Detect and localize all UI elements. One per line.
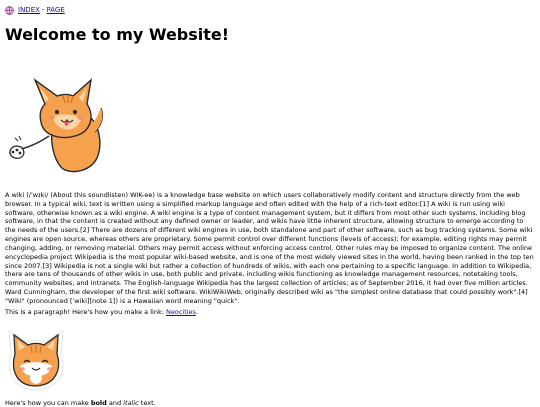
link-paragraph-text: This is a paragraph! Here's how you make… [5, 308, 166, 316]
top-nav: INDEX - PAGE [5, 4, 65, 16]
link-paragraph-end: . [195, 308, 199, 316]
cat-illustration [9, 77, 104, 173]
wiki-paragraph: A wiki (/ˈwɪki/ (About this soundlisten)… [5, 191, 534, 305]
format-paragraph: Here's how you can make bold and italic … [5, 399, 156, 407]
neocities-link[interactable]: Neocities [166, 308, 196, 316]
index-link[interactable]: INDEX [18, 6, 40, 14]
link-paragraph: This is a paragraph! Here's how you make… [5, 308, 198, 316]
globe-icon [5, 5, 14, 15]
nav-separator: - [41, 6, 45, 14]
format-text-start: Here's how you can make [5, 399, 91, 407]
format-text-middle: and [106, 399, 124, 407]
format-text-end: text. [138, 399, 156, 407]
page-title: Welcome to my Website! [5, 25, 230, 44]
page-link[interactable]: PAGE [46, 6, 64, 14]
italic-text: italic [123, 399, 139, 407]
cat-sticker [8, 329, 64, 391]
bold-text: bold [90, 399, 107, 407]
